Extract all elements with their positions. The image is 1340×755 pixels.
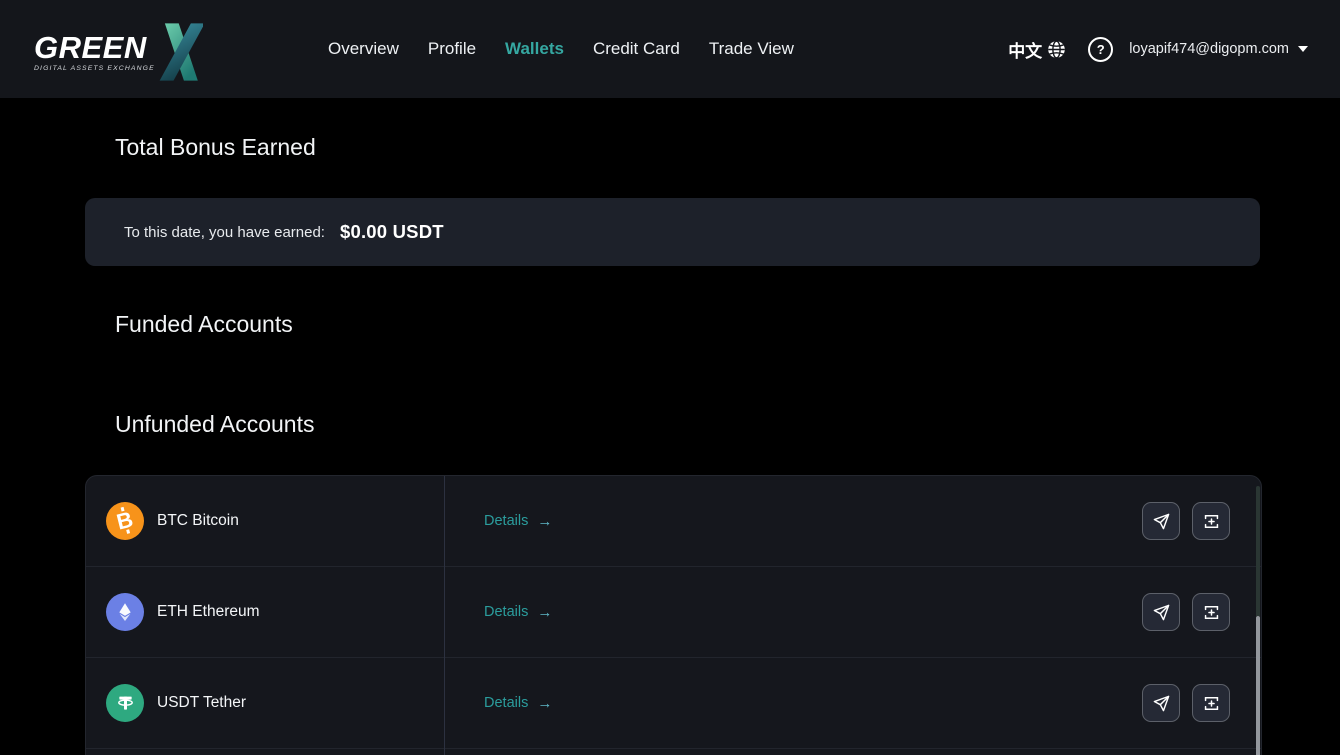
account-row-eth: ETH Ethereum Details → [86, 567, 1261, 658]
nav-item-wallets[interactable]: Wallets [505, 39, 564, 59]
row-right: Details → [444, 502, 1261, 540]
nav-item-overview[interactable]: Overview [328, 39, 399, 59]
help-icon[interactable]: ? [1088, 36, 1114, 62]
send-icon [1153, 604, 1169, 620]
globe-icon [1048, 39, 1065, 59]
logo-wordmark: GREEN [34, 30, 147, 65]
send-icon [1153, 695, 1169, 711]
account-menu[interactable]: loyapif474@digopm.com [1129, 41, 1308, 57]
wallets-page: Total Bonus Earned To this date, you hav… [0, 98, 1340, 755]
send-icon [1153, 513, 1169, 529]
row-actions [1142, 593, 1230, 631]
deposit-icon [1204, 514, 1218, 528]
coin-cell: USDT Tether [86, 684, 444, 722]
logo-tagline: DIGITAL ASSETS EXCHANGE [34, 65, 155, 72]
deposit-icon [1204, 605, 1218, 619]
tether-icon [106, 684, 144, 722]
arrow-right-icon: → [537, 512, 553, 530]
coin-label: USDT Tether [157, 694, 247, 711]
bonus-amount: $0.00 USDT [339, 221, 444, 242]
send-button[interactable] [1142, 593, 1180, 631]
bitcoin-icon: B [106, 502, 144, 540]
nav-item-trade-view[interactable]: Trade View [709, 39, 794, 59]
deposit-button[interactable] [1192, 684, 1230, 722]
details-link-btc[interactable]: Details → [484, 513, 552, 529]
unfunded-accounts-panel: B BTC Bitcoin Details → ETH Ethereum Det… [85, 475, 1262, 755]
coin-cell: ETH Ethereum [86, 593, 444, 631]
chevron-down-icon [1298, 46, 1308, 52]
deposit-icon [1204, 696, 1218, 710]
nav-item-credit-card[interactable]: Credit Card [593, 39, 680, 59]
header-right-controls: 中文 ? loyapif474@digopm.com [1008, 36, 1308, 62]
send-button[interactable] [1142, 502, 1180, 540]
scrollbar-thumb[interactable] [1256, 616, 1260, 755]
user-email: loyapif474@digopm.com [1129, 41, 1289, 57]
row-right: Details → [444, 593, 1261, 631]
account-row-btc: B BTC Bitcoin Details → [86, 476, 1261, 567]
nav-item-profile[interactable]: Profile [428, 39, 476, 59]
main-nav: Overview Profile Wallets Credit Card Tra… [328, 0, 794, 98]
coin-cell: B BTC Bitcoin [86, 502, 444, 540]
row-right: Details → [444, 684, 1261, 722]
details-link-usdt[interactable]: Details → [484, 695, 552, 711]
unfunded-accounts-title: Unfunded Accounts [115, 411, 315, 437]
funded-accounts-title: Funded Accounts [115, 311, 293, 337]
total-bonus-title: Total Bonus Earned [115, 134, 316, 160]
deposit-button[interactable] [1192, 593, 1230, 631]
logo-text: GREEN DIGITAL ASSETS EXCHANGE [34, 30, 155, 72]
coin-label: ETH Ethereum [157, 603, 260, 620]
panel-scrollbar[interactable] [1256, 486, 1260, 755]
top-header: GREEN DIGITAL ASSETS EXCHANGE Overview P… [0, 0, 1340, 98]
bonus-message: To this date, you have earned: [124, 223, 325, 241]
send-button[interactable] [1142, 684, 1180, 722]
language-label: 中文 [1008, 41, 1043, 61]
ethereum-icon [106, 593, 144, 631]
row-actions [1142, 684, 1230, 722]
coin-label: BTC Bitcoin [157, 512, 239, 529]
deposit-button[interactable] [1192, 502, 1230, 540]
logo-x-icon [159, 23, 203, 81]
arrow-right-icon: → [537, 694, 553, 712]
column-divider [444, 476, 445, 755]
total-bonus-card: To this date, you have earned: $0.00 USD… [85, 198, 1260, 266]
greenx-logo[interactable]: GREEN DIGITAL ASSETS EXCHANGE [34, 17, 203, 81]
arrow-right-icon: → [537, 603, 553, 621]
details-link-eth[interactable]: Details → [484, 604, 552, 620]
account-row-usdt: USDT Tether Details → [86, 658, 1261, 749]
language-switcher[interactable]: 中文 [1008, 37, 1066, 62]
row-actions [1142, 502, 1230, 540]
